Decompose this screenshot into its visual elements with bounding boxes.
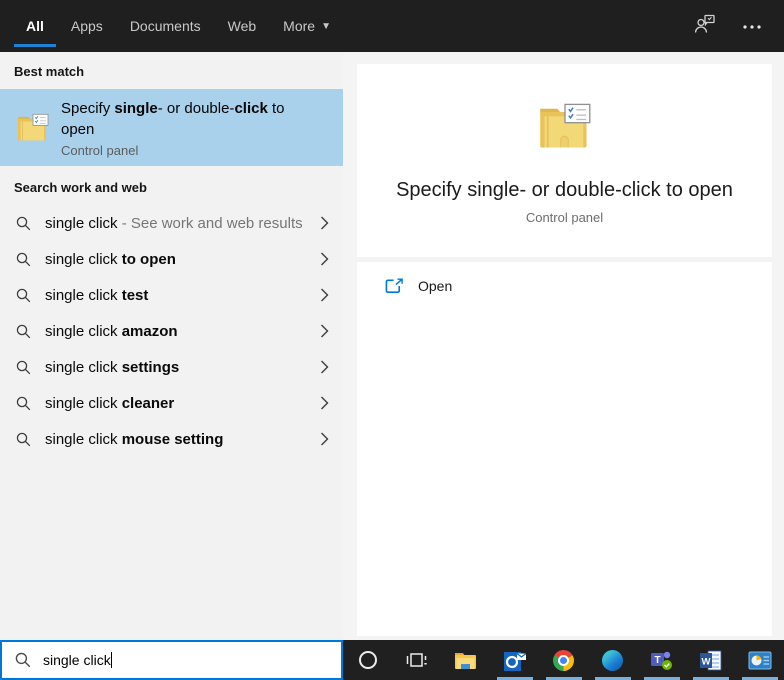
suggestion-text: single click amazon [45, 323, 178, 340]
search-suggestion-row[interactable]: single click cleaner [0, 385, 343, 421]
best-match-title: Specify single- or double-click to open [61, 98, 297, 140]
tab-all[interactable]: All [26, 0, 44, 52]
suggestion-text: single click - See work and web results [45, 215, 303, 232]
chevron-right-icon[interactable] [320, 252, 329, 266]
more-options-icon[interactable] [742, 17, 762, 35]
chevron-down-icon: ▼ [321, 21, 331, 32]
taskbar-teams-icon[interactable]: T [637, 640, 686, 680]
search-input-value: single click [43, 652, 111, 668]
open-external-icon [385, 278, 404, 294]
search-suggestion-row[interactable]: single click mouse setting [0, 421, 343, 457]
best-match-text: Specify single- or double-click to open … [61, 98, 297, 158]
taskbar-system-monitor-icon[interactable] [735, 640, 784, 680]
best-match-header: Best match [0, 52, 343, 89]
chevron-right-icon[interactable] [320, 216, 329, 230]
bottom-row: single click [0, 640, 784, 680]
search-icon [16, 432, 31, 447]
taskbar-task-view-icon[interactable] [392, 640, 441, 680]
tab-web-label: Web [228, 18, 257, 34]
tab-more[interactable]: More ▼ [283, 0, 331, 52]
tab-apps[interactable]: Apps [71, 0, 103, 52]
best-match-subtitle: Control panel [61, 143, 297, 158]
search-icon [15, 652, 31, 668]
search-input[interactable]: single click [0, 640, 343, 680]
taskbar-file-explorer-icon[interactable] [441, 640, 490, 680]
tab-documents[interactable]: Documents [130, 0, 201, 52]
preview-panel: Specify single- or double-click to open … [343, 52, 784, 640]
tab-web[interactable]: Web [228, 0, 257, 52]
best-match-result[interactable]: Specify single- or double-click to open … [0, 89, 343, 166]
open-action-label: Open [418, 278, 452, 294]
taskbar: T W [343, 640, 784, 680]
preview-subtitle: Control panel [357, 210, 772, 225]
search-suggestion-row[interactable]: single click test [0, 277, 343, 313]
suggestion-text: single click to open [45, 251, 176, 268]
search-suggestion-row[interactable]: single click to open [0, 241, 343, 277]
search-filter-bar: All Apps Documents Web More ▼ [0, 0, 784, 52]
search-icon [16, 396, 31, 411]
search-icon [16, 288, 31, 303]
search-icon [16, 324, 31, 339]
tab-all-label: All [26, 18, 44, 34]
search-suggestion-row[interactable]: single click settings [0, 349, 343, 385]
preview-title: Specify single- or double-click to open [357, 179, 772, 202]
feedback-icon[interactable] [694, 14, 716, 39]
results-list-panel: Best match Specify single- or do [0, 52, 343, 640]
suggestion-text: single click cleaner [45, 395, 174, 412]
preview-card: Specify single- or double-click to open … [357, 64, 772, 636]
tab-documents-label: Documents [130, 18, 201, 34]
search-suggestion-row[interactable]: single click amazon [0, 313, 343, 349]
chevron-right-icon[interactable] [320, 432, 329, 446]
topbar-actions [694, 14, 762, 39]
folder-settings-icon [16, 113, 50, 143]
svg-text:W: W [701, 656, 710, 667]
web-search-header: Search work and web [0, 166, 343, 205]
chevron-right-icon[interactable] [320, 396, 329, 410]
folder-settings-icon [537, 102, 593, 152]
windows-search-flyout: All Apps Documents Web More ▼ [0, 0, 784, 680]
taskbar-chrome-icon[interactable] [539, 640, 588, 680]
search-suggestion-row[interactable]: single click - See work and web results [0, 205, 343, 241]
text-cursor [111, 652, 112, 668]
taskbar-edge-icon[interactable] [588, 640, 637, 680]
taskbar-word-icon[interactable]: W [686, 640, 735, 680]
chevron-right-icon[interactable] [320, 288, 329, 302]
taskbar-outlook-icon[interactable] [490, 640, 539, 680]
open-action[interactable]: Open [357, 262, 772, 310]
chevron-right-icon[interactable] [320, 324, 329, 338]
tab-apps-label: Apps [71, 18, 103, 34]
search-results-area: Best match Specify single- or do [0, 52, 784, 640]
svg-text:T: T [654, 655, 660, 666]
chevron-right-icon[interactable] [320, 360, 329, 374]
suggestion-text: single click mouse setting [45, 431, 223, 448]
preview-hero: Specify single- or double-click to open … [357, 64, 772, 225]
search-icon [16, 360, 31, 375]
search-icon [16, 216, 31, 231]
filter-tabs: All Apps Documents Web More ▼ [26, 0, 331, 52]
search-icon [16, 252, 31, 267]
taskbar-cortana-icon[interactable] [343, 640, 392, 680]
suggestion-text: single click settings [45, 359, 179, 376]
tab-more-label: More [283, 18, 315, 34]
suggestion-text: single click test [45, 287, 148, 304]
